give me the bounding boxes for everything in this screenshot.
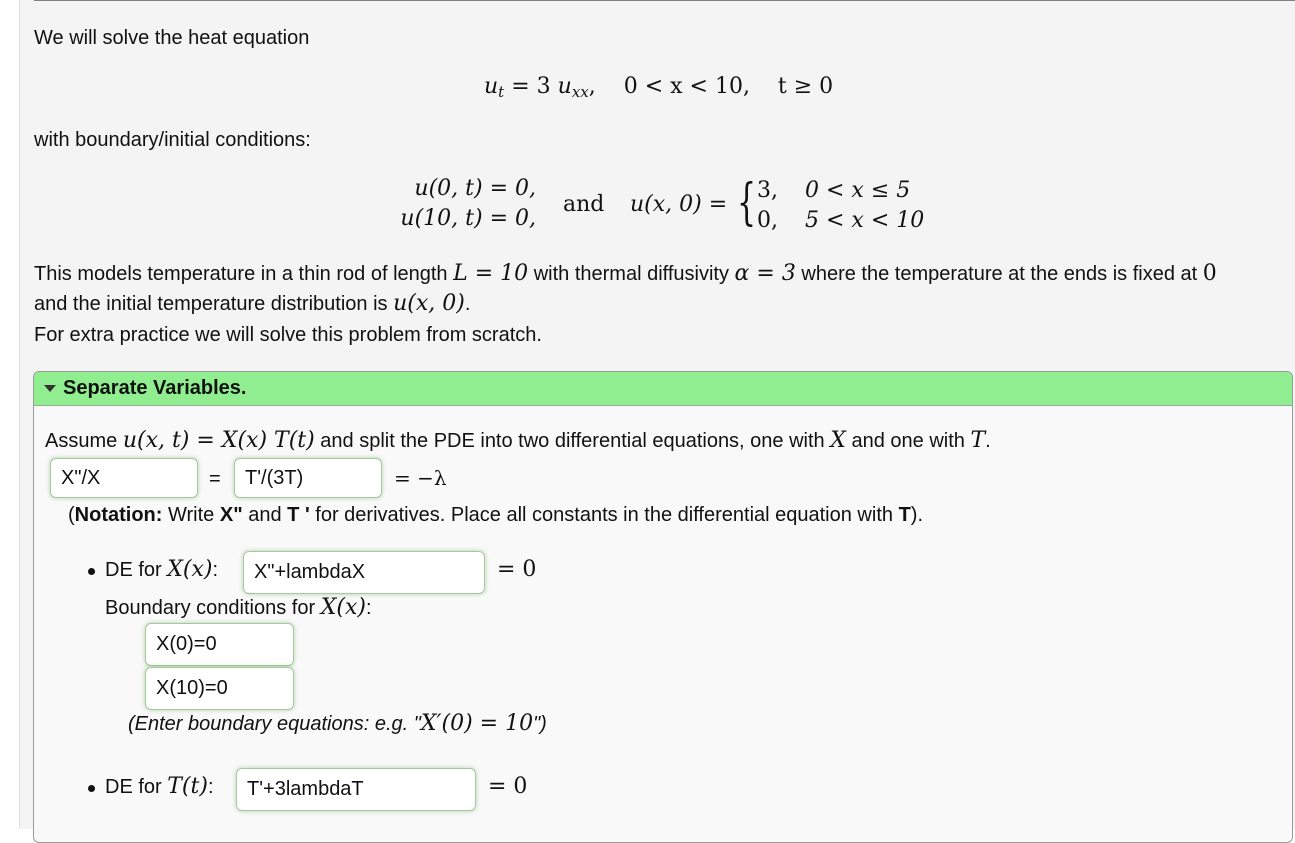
t-fn-math: T(t) (167, 774, 208, 799)
notation-text: Write (162, 504, 220, 526)
paren: ( (68, 504, 75, 526)
bc-right: u(10, t) = 0, (400, 206, 536, 231)
de-label-text: DE for (105, 776, 162, 798)
neg-lambda: = −λ (394, 466, 447, 491)
zero-math: 0 (1202, 261, 1217, 286)
case-row: 3, 0 < x ≤ 5 (757, 176, 924, 206)
de-label-text: DE for (105, 559, 162, 581)
notation-t2: T (898, 504, 911, 526)
x-fn-math: X(x) (167, 557, 213, 582)
assume-text-2: and split the PDE into two differential … (320, 430, 825, 452)
separation-math: u(x, t) = X(x) T(t) (122, 428, 315, 453)
alpha-math: α = 3 (734, 261, 796, 286)
bc-label: Boundary conditions for X(x): (105, 595, 372, 620)
notation-hint: (Notation: Write X" and T ' for derivati… (68, 503, 923, 527)
left-brace: { (737, 173, 757, 231)
model-text: This models temperature in a thin rod of… (34, 263, 448, 285)
notation-text: and (242, 504, 288, 526)
case-condition: 0 < x ≤ 5 (805, 178, 911, 203)
assume-word: Assume (45, 430, 118, 452)
pde-lhs: u (484, 74, 499, 99)
bc-fn-math: X(x) (320, 595, 366, 620)
pde-rhs: u (557, 74, 572, 99)
and-word: and (563, 192, 605, 217)
pde-time: t ≥ 0 (777, 74, 834, 99)
initial-condition-lhs: u(x, 0) = (630, 192, 728, 217)
boundary-conditions: u(0, t) = 0, u(10, t) = 0, (390, 174, 536, 234)
section-header-toggle[interactable]: Separate Variables. (34, 372, 1292, 406)
period: . (464, 293, 471, 315)
case-value: 0, (757, 208, 778, 233)
intro-text: We will solve the heat equation (34, 27, 310, 49)
u-math: u(x, 0) (393, 291, 465, 316)
neg-lambda-math: = −λ (394, 466, 447, 490)
de-t-input[interactable] (236, 768, 476, 811)
section-title: Separate Variables. (63, 377, 247, 399)
equals-zero: = 0 (488, 774, 528, 799)
case-value: 3, (757, 178, 778, 203)
bullet-icon (88, 568, 95, 575)
notation-text: for derivatives. Place all constants in … (309, 504, 899, 526)
equals-sign: = (209, 468, 221, 490)
de-x-input[interactable] (243, 551, 485, 594)
pde-eq: = 3 (511, 74, 551, 99)
de-t-label: DE for T(t): (105, 774, 214, 799)
equals-zero: = 0 (497, 557, 537, 582)
model-description-2: and the initial temperature distribution… (34, 292, 470, 316)
bc-label-text: Boundary conditions for (105, 597, 316, 619)
pde-lhs-sub: t (498, 83, 505, 101)
piecewise-cases: 3, 0 < x ≤ 5 0, 5 < x < 10 (757, 176, 924, 236)
case-condition: 5 < x < 10 (805, 208, 925, 233)
bc-1-input[interactable] (145, 623, 294, 666)
model-text: and the initial temperature distribution… (34, 293, 388, 315)
hint-math: X′(0) = 10 (420, 711, 534, 736)
bc-hint: (Enter boundary equations: e.g. "X′(0) =… (128, 712, 547, 736)
notation-label: Notation: (74, 504, 163, 526)
de-x-label: DE for X(x): (105, 557, 219, 582)
practice-text: For extra practice we will solve this pr… (34, 324, 542, 346)
bullet-icon (88, 785, 95, 792)
bc-2-input[interactable] (145, 667, 294, 710)
caret-down-icon (44, 385, 56, 392)
notation-x: X" (219, 504, 243, 526)
period: . (985, 430, 991, 452)
notation-t: T ' (287, 504, 310, 526)
t-ratio-input[interactable] (234, 458, 382, 498)
top-divider (34, 0, 1295, 1)
assume-text: Assume u(x, t) = X(x) T(t) and split the… (45, 429, 991, 453)
x-math: X (830, 428, 846, 453)
paren: ). (910, 504, 923, 526)
pde-domain: 0 < x < 10, (623, 74, 750, 99)
model-text: where the temperature at the ends is fix… (801, 263, 1198, 285)
case-row: 0, 5 < x < 10 (757, 206, 924, 236)
model-text: with thermal diffusivity (533, 263, 729, 285)
t-math: T (970, 428, 986, 453)
conditions-intro: with boundary/initial conditions: (34, 129, 311, 151)
assume-text-3: and one with (851, 430, 965, 452)
heat-equation: ut = 3 uxx, 0 < x < 10, t ≥ 0 (484, 74, 834, 101)
pde-rhs-sub: xx (571, 83, 589, 101)
model-description: This models temperature in a thin rod of… (34, 262, 1217, 286)
bc-left: u(0, t) = 0, (414, 176, 536, 201)
hint-text: (Enter boundary equations: e.g. " (128, 713, 421, 735)
x-ratio-input[interactable] (50, 458, 198, 498)
length-math: L = 10 (453, 261, 529, 286)
hint-text: ") (533, 713, 547, 735)
